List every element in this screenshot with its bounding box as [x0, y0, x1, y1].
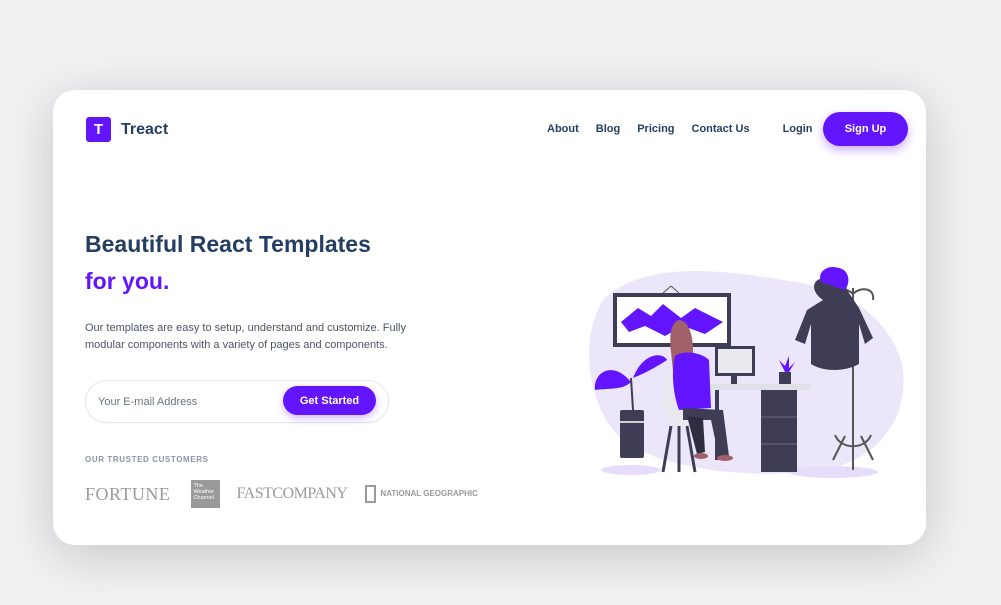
hero-heading: Beautiful React Templates — [85, 231, 371, 257]
natgeo-frame-icon — [365, 485, 377, 503]
woman-at-desk-illustration — [589, 266, 904, 478]
natgeo-logo: NATIONAL GEOGRAPHIC — [365, 485, 478, 503]
signup-button[interactable]: Sign Up — [823, 112, 908, 146]
email-input[interactable] — [96, 392, 280, 412]
trusted-customers-label: OUR TRUSTED CUSTOMERS — [85, 455, 209, 464]
login-link[interactable]: Login — [783, 123, 813, 135]
hero-heading-highlight: for you. — [85, 268, 170, 294]
landing-card: T Treact About Blog Pricing Contact Us L… — [53, 90, 926, 545]
brand-name: Treact — [121, 120, 169, 138]
brand-logo[interactable]: T Treact — [86, 117, 168, 142]
email-signup-form: Get Started — [85, 380, 389, 423]
nav-link-contact[interactable]: Contact Us — [692, 123, 750, 135]
nav-link-blog[interactable]: Blog — [596, 123, 620, 135]
logo-icon: T — [86, 117, 111, 142]
nav-link-pricing[interactable]: Pricing — [637, 123, 674, 135]
natgeo-text: NATIONAL GEOGRAPHIC — [380, 489, 478, 498]
main-nav: About Blog Pricing Contact Us Login — [547, 123, 813, 135]
hero-description: Our templates are easy to setup, underst… — [85, 322, 406, 351]
nav-link-about[interactable]: About — [547, 123, 579, 135]
fortune-logo: FORTUNE — [85, 483, 171, 504]
fast-company-logo: FASTCOMPANY — [236, 485, 348, 502]
customer-logos: FORTUNE The Weather Channel FASTCOMPANY … — [85, 480, 478, 508]
weather-channel-logo: The Weather Channel — [191, 480, 221, 508]
get-started-button[interactable]: Get Started — [283, 386, 376, 415]
